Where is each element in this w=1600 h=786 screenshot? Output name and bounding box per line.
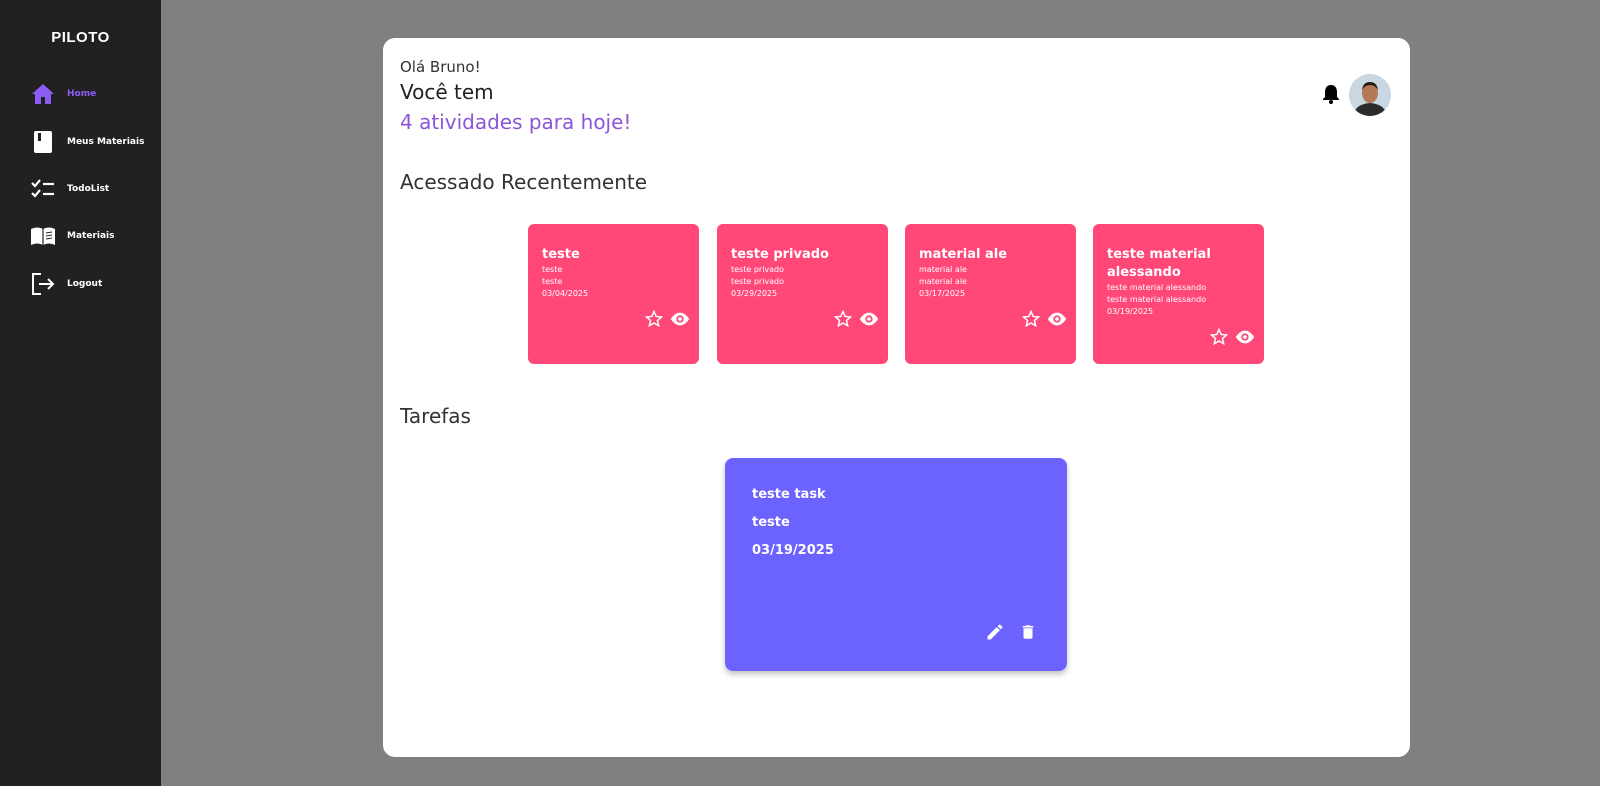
material-card-line: teste	[542, 277, 563, 286]
material-card-actions	[645, 310, 691, 328]
material-card-date: 03/29/2025	[731, 289, 778, 298]
notebook-icon	[30, 129, 56, 155]
task-date: 03/19/2025	[752, 543, 834, 558]
material-card[interactable]: teste privado teste privado teste privad…	[717, 224, 888, 364]
material-card-line: teste privado	[731, 277, 785, 286]
material-card-line: teste	[542, 265, 563, 274]
eye-icon[interactable]	[669, 311, 691, 327]
task-title: teste task	[752, 487, 826, 502]
sidebar-item-home[interactable]: Home	[30, 80, 155, 108]
star-icon[interactable]	[834, 310, 852, 328]
logout-icon	[30, 271, 56, 297]
sidebar-item-label: Home	[67, 89, 97, 99]
main-content: Olá Bruno! Você tem 4 atividades para ho…	[383, 38, 1410, 757]
material-card[interactable]: teste material alessando teste material …	[1093, 224, 1264, 364]
material-card-line: teste privado	[731, 265, 785, 274]
task-card[interactable]: teste task teste 03/19/2025	[725, 458, 1067, 671]
sidebar-item-label: TodoList	[67, 184, 110, 194]
delete-trash-icon[interactable]	[1019, 622, 1037, 642]
material-card-date: 03/19/2025	[1107, 307, 1154, 316]
star-icon[interactable]	[1022, 310, 1040, 328]
material-card[interactable]: material ale material ale material ale 0…	[905, 224, 1076, 364]
star-icon[interactable]	[645, 310, 663, 328]
sidebar-item-label: Materiais	[67, 231, 115, 241]
eye-icon[interactable]	[858, 311, 880, 327]
edit-pencil-icon[interactable]	[985, 622, 1005, 642]
user-avatar-icon	[1349, 74, 1391, 116]
sidebar-item-label: Logout	[67, 279, 103, 289]
sidebar: PILOTO Home Meus Materiais TodoList Mate…	[0, 0, 161, 786]
material-card-date: 03/04/2025	[542, 289, 589, 298]
material-card-title: teste	[542, 247, 580, 262]
checklist-icon	[30, 176, 56, 202]
app-brand: PILOTO	[51, 29, 110, 46]
recent-section-title: Acessado Recentemente	[400, 170, 648, 194]
material-card-actions	[1210, 328, 1256, 346]
sidebar-item-meus-materiais[interactable]: Meus Materiais	[30, 128, 155, 156]
eye-icon[interactable]	[1234, 329, 1256, 345]
open-book-icon	[30, 223, 56, 249]
sidebar-item-materiais[interactable]: Materiais	[30, 222, 155, 250]
material-card[interactable]: teste teste teste 03/04/2025	[528, 224, 699, 364]
task-description: teste	[752, 515, 790, 530]
task-actions	[985, 622, 1037, 642]
notification-bell-icon[interactable]	[1322, 85, 1340, 104]
headline-text: Você tem	[400, 80, 494, 104]
material-card-title: teste privado	[731, 247, 829, 262]
sidebar-item-label: Meus Materiais	[67, 137, 145, 147]
material-card-actions	[1022, 310, 1068, 328]
material-card-title: material ale	[919, 247, 1008, 262]
avatar[interactable]	[1349, 74, 1391, 116]
material-card-actions	[834, 310, 880, 328]
greeting-text: Olá Bruno!	[400, 58, 481, 76]
sidebar-item-todolist[interactable]: TodoList	[30, 175, 155, 203]
material-card-title: teste material alessando	[1107, 247, 1211, 280]
star-icon[interactable]	[1210, 328, 1228, 346]
tasks-section-title: Tarefas	[400, 404, 471, 428]
material-card-line: material ale	[919, 265, 967, 274]
activities-count-text: 4 atividades para hoje!	[400, 110, 632, 134]
home-icon	[30, 81, 56, 107]
material-card-line: teste material alessando	[1107, 283, 1207, 292]
material-card-date: 03/17/2025	[919, 289, 966, 298]
eye-icon[interactable]	[1046, 311, 1068, 327]
material-card-line: material ale	[919, 277, 967, 286]
material-card-line: teste material alessando	[1107, 295, 1207, 304]
sidebar-item-logout[interactable]: Logout	[30, 270, 155, 298]
